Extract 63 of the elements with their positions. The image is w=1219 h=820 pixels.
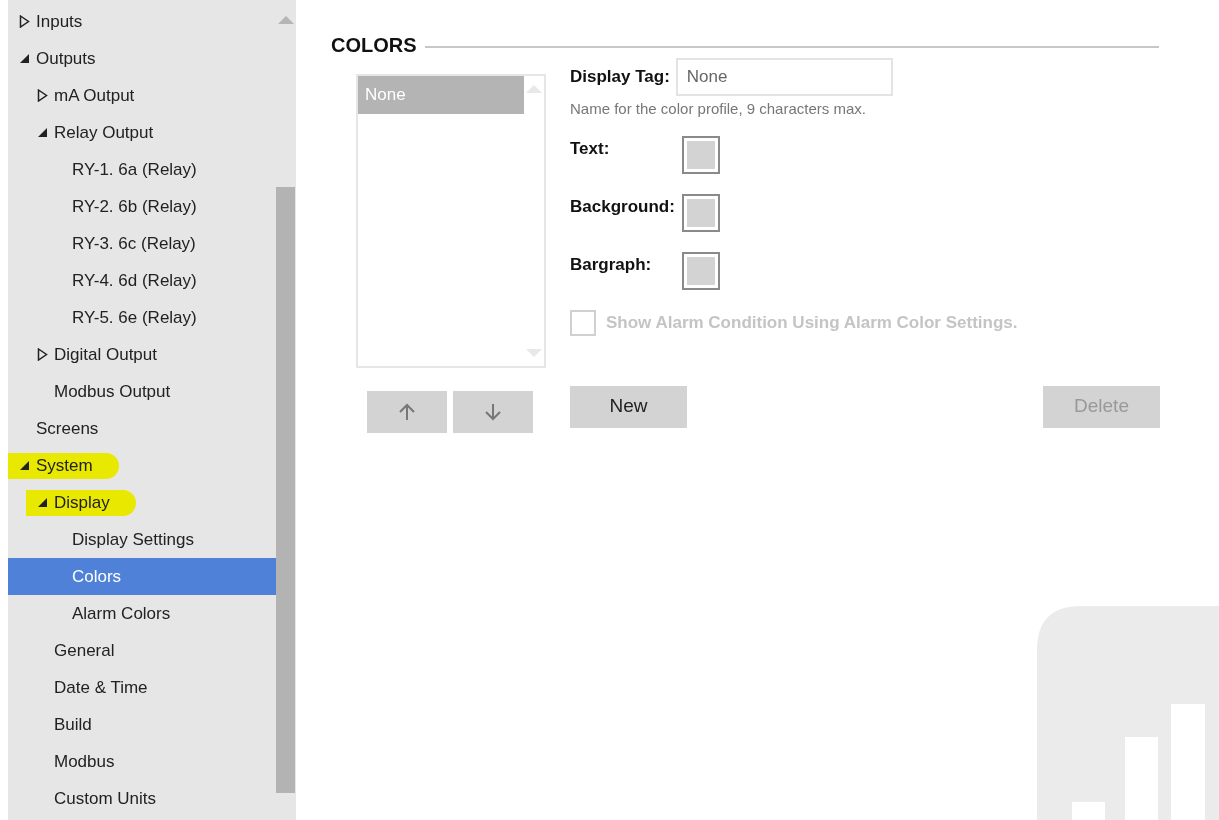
tree-item-label: Screens [36, 417, 99, 440]
tree-item[interactable]: RY-1. 6a (Relay) [8, 151, 276, 188]
tree-item[interactable]: Outputs [8, 40, 276, 77]
tree-item-label: RY-5. 6e (Relay) [72, 306, 197, 329]
color-label: Text: [570, 137, 611, 160]
tree-item[interactable]: Modbus Output [8, 373, 276, 410]
tree-item-label: Colors [72, 565, 122, 588]
tree-item[interactable]: Build [8, 706, 276, 743]
tree-item[interactable]: mA Output [8, 77, 276, 114]
tree-item-label: RY-2. 6b (Relay) [72, 195, 197, 218]
tree-item[interactable]: RY-4. 6d (Relay) [8, 262, 276, 299]
tree-item-label: Date & Time [54, 676, 148, 699]
tree-item-label: System [36, 454, 93, 477]
tree-item[interactable]: RY-2. 6b (Relay) [8, 188, 276, 225]
tree-item[interactable]: Custom Units [8, 780, 276, 817]
tree-item[interactable]: General [8, 632, 276, 669]
tree-item[interactable]: Colors [8, 558, 276, 595]
tree-item-label: RY-4. 6d (Relay) [72, 269, 197, 292]
tree-item[interactable]: Screens [8, 410, 276, 447]
tree-item-label: Custom Units [54, 787, 157, 810]
tree-item[interactable]: Display [8, 484, 276, 521]
tree-item[interactable]: RY-3. 6c (Relay) [8, 225, 276, 262]
expanded-triangle-icon[interactable] [36, 497, 48, 508]
tree-item[interactable]: Inputs [8, 3, 276, 40]
display-tag-field[interactable]: None [675, 58, 893, 96]
tree-item-label: mA Output [54, 84, 135, 107]
color-label: Background: [570, 195, 676, 218]
display-tag-label: Display Tag: [570, 66, 670, 89]
expanded-triangle-icon[interactable] [36, 127, 48, 138]
tree-item-label: Build [54, 713, 92, 736]
tree-item[interactable]: Date & Time [8, 669, 276, 706]
tree-item[interactable]: Modbus [8, 743, 276, 780]
collapsed-triangle-icon[interactable] [18, 15, 30, 28]
arrow-down-icon [485, 403, 501, 421]
tree-item[interactable]: RY-5. 6e (Relay) [8, 299, 276, 336]
tree-item-label: Display [54, 491, 110, 514]
tree-item-label: Inputs [36, 10, 83, 33]
tree-item-label: RY-1. 6a (Relay) [72, 158, 197, 181]
hint-text: Name for the color profile, 9 characters max. [570, 99, 867, 119]
scrollbar-thumb[interactable] [276, 187, 295, 793]
collapsed-triangle-icon[interactable] [36, 348, 48, 361]
expanded-triangle-icon[interactable] [18, 460, 30, 471]
tree-item[interactable]: Display Settings [8, 521, 276, 558]
expanded-triangle-icon[interactable] [18, 53, 30, 64]
tree-item-label: Modbus Output [54, 380, 171, 403]
tree-item[interactable]: Alarm Colors [8, 595, 276, 632]
checkbox-label: Show Alarm Condition Using Alarm Color Settings. [606, 311, 1018, 334]
section-title: COLORS [331, 33, 417, 58]
collapsed-triangle-icon[interactable] [36, 89, 48, 102]
tree-item[interactable]: System [8, 447, 276, 484]
arrow-up-icon [399, 403, 415, 421]
tree-item[interactable]: Digital Output [8, 336, 276, 373]
tree-item-label: Alarm Colors [72, 602, 171, 625]
color-label: Bargraph: [570, 253, 653, 276]
tree-item-label: Outputs [36, 47, 96, 70]
tree-item-label: Modbus [54, 750, 115, 773]
tree-item-label: Digital Output [54, 343, 157, 366]
tree-item[interactable]: Relay Output [8, 114, 276, 151]
tree-item-label: Relay Output [54, 121, 154, 144]
tree-item-label: Display Settings [72, 528, 194, 551]
tree-item-label: RY-3. 6c (Relay) [72, 232, 196, 255]
tree-item-label: General [54, 639, 115, 662]
new-button[interactable]: New [570, 385, 687, 428]
